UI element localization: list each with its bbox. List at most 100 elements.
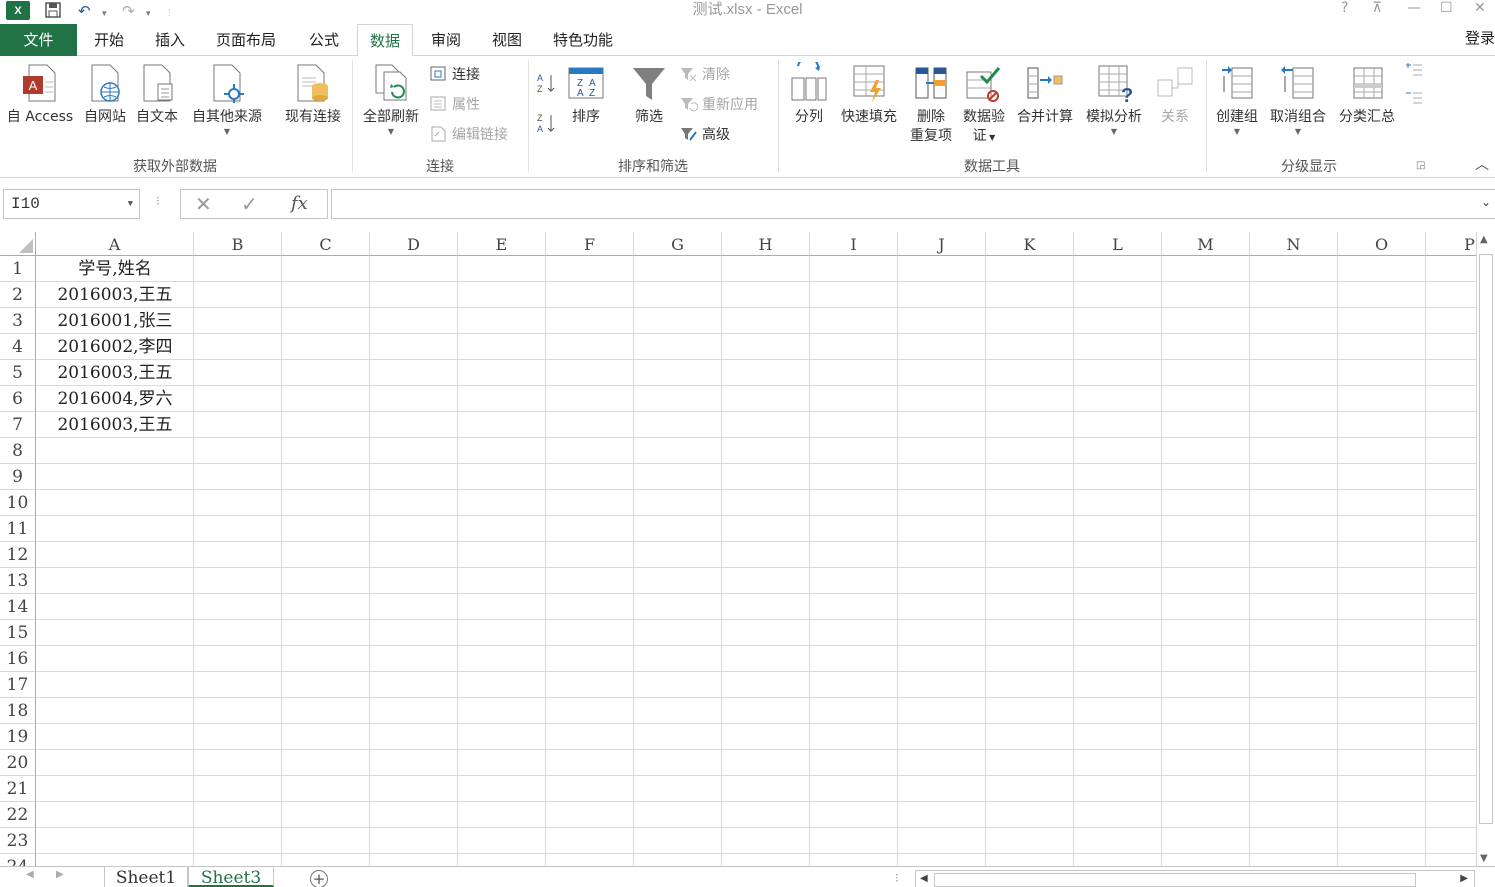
row-header-3[interactable]: 3: [0, 308, 36, 334]
scroll-left-icon[interactable]: ◀: [920, 873, 928, 884]
reapply-button[interactable]: 重新应用: [680, 94, 758, 116]
help-icon[interactable]: ?: [1341, 0, 1348, 16]
column-header-n[interactable]: N: [1250, 232, 1338, 256]
column-header-i[interactable]: I: [810, 232, 898, 256]
column-header-k[interactable]: K: [986, 232, 1074, 256]
row-header-6[interactable]: 6: [0, 386, 36, 412]
tab-split-handle[interactable]: ⁝: [895, 871, 899, 885]
tab-page-layout[interactable]: 页面布局: [204, 24, 288, 56]
properties-button[interactable]: 属性: [430, 94, 480, 116]
column-header-m[interactable]: M: [1162, 232, 1250, 256]
column-header-e[interactable]: E: [458, 232, 546, 256]
from-other-sources-button[interactable]: 自其他来源 ▼: [186, 62, 268, 137]
tab-review[interactable]: 审阅: [419, 24, 473, 56]
collapse-ribbon-icon[interactable]: ︿: [1475, 154, 1489, 174]
column-header-j[interactable]: J: [898, 232, 986, 256]
cell-a5[interactable]: 2016003,王五: [36, 360, 194, 386]
sort-button[interactable]: ZAAZ 排序: [566, 62, 606, 127]
confirm-entry-icon[interactable]: ✓: [241, 191, 258, 217]
tab-view[interactable]: 视图: [480, 24, 534, 56]
from-access-button[interactable]: A 自 Access: [4, 62, 76, 127]
row-header-16[interactable]: 16: [0, 646, 36, 672]
row-header-11[interactable]: 11: [0, 516, 36, 542]
cell-a3[interactable]: 2016001,张三: [36, 308, 194, 334]
row-header-5[interactable]: 5: [0, 360, 36, 386]
row-header-24[interactable]: 24: [0, 854, 36, 866]
sort-ascending-button[interactable]: AZ: [536, 72, 556, 94]
cell-a7[interactable]: 2016003,王五: [36, 412, 194, 438]
column-header-f[interactable]: F: [546, 232, 634, 256]
flash-fill-button[interactable]: 快速填充: [836, 62, 902, 127]
row-header-21[interactable]: 21: [0, 776, 36, 802]
vertical-scroll-thumb[interactable]: [1479, 254, 1493, 824]
sheet-tab-sheet3[interactable]: Sheet3: [188, 867, 274, 887]
cancel-entry-icon[interactable]: ✕: [195, 191, 212, 217]
row-header-20[interactable]: 20: [0, 750, 36, 776]
tab-formulas[interactable]: 公式: [297, 24, 351, 56]
row-header-15[interactable]: 15: [0, 620, 36, 646]
clear-filter-button[interactable]: 清除: [680, 64, 730, 86]
column-header-b[interactable]: B: [194, 232, 282, 256]
advanced-filter-button[interactable]: 高级: [680, 124, 730, 146]
refresh-all-button[interactable]: 全部刷新 ▼: [357, 62, 425, 137]
select-all-corner[interactable]: [0, 232, 36, 256]
tab-data[interactable]: 数据: [357, 24, 414, 57]
row-header-19[interactable]: 19: [0, 724, 36, 750]
row-header-23[interactable]: 23: [0, 828, 36, 854]
row-header-17[interactable]: 17: [0, 672, 36, 698]
row-header-1[interactable]: 1: [0, 256, 36, 282]
cell-a2[interactable]: 2016003,王五: [36, 282, 194, 308]
scroll-down-icon[interactable]: ▼: [1480, 853, 1488, 864]
sort-descending-button[interactable]: ZA: [536, 112, 556, 134]
what-if-analysis-button[interactable]: ? 模拟分析 ▼: [1080, 62, 1148, 137]
minimize-icon[interactable]: —: [1407, 0, 1421, 16]
column-header-d[interactable]: D: [370, 232, 458, 256]
vertical-scrollbar[interactable]: ▲ ▼: [1476, 232, 1495, 866]
subtotal-button[interactable]: 分类汇总: [1334, 62, 1400, 127]
row-header-13[interactable]: 13: [0, 568, 36, 594]
connections-button[interactable]: 连接: [430, 64, 480, 86]
tab-special-features[interactable]: 特色功能: [541, 24, 625, 56]
row-header-9[interactable]: 9: [0, 464, 36, 490]
ungroup-button[interactable]: 取消组合 ▼: [1264, 62, 1332, 137]
cell-a4[interactable]: 2016002,李四: [36, 334, 194, 360]
next-sheet-icon[interactable]: ▶: [56, 869, 64, 880]
group-button[interactable]: 创建组 ▼: [1212, 62, 1262, 137]
text-to-columns-button[interactable]: 分列: [788, 62, 830, 127]
column-header-o[interactable]: O: [1338, 232, 1426, 256]
hide-detail-button[interactable]: [1405, 90, 1423, 112]
ribbon-display-options-icon[interactable]: ⊼: [1372, 0, 1382, 16]
from-text-button[interactable]: 自文本: [132, 62, 182, 127]
row-header-4[interactable]: 4: [0, 334, 36, 360]
column-header-l[interactable]: L: [1074, 232, 1162, 256]
tab-insert[interactable]: 插入: [143, 24, 197, 56]
column-header-a[interactable]: A: [36, 232, 194, 256]
expand-formula-bar-icon[interactable]: ⌄: [1481, 195, 1491, 209]
insert-function-icon[interactable]: fx: [291, 191, 308, 217]
scroll-right-icon[interactable]: ▶: [1460, 873, 1468, 884]
formula-input[interactable]: ⌄: [331, 189, 1495, 219]
sheet-tab-sheet1[interactable]: Sheet1: [104, 867, 188, 887]
row-header-18[interactable]: 18: [0, 698, 36, 724]
outline-dialog-launcher-icon[interactable]: ◲: [1416, 160, 1425, 171]
row-header-14[interactable]: 14: [0, 594, 36, 620]
row-header-8[interactable]: 8: [0, 438, 36, 464]
show-detail-button[interactable]: [1405, 62, 1423, 84]
tab-file[interactable]: 文件: [0, 24, 77, 56]
cell-a1[interactable]: 学号,姓名: [36, 256, 194, 282]
existing-connections-button[interactable]: 现有连接: [278, 62, 348, 127]
row-header-12[interactable]: 12: [0, 542, 36, 568]
horizontal-scrollbar[interactable]: ◀ ▶: [915, 870, 1475, 887]
tab-home[interactable]: 开始: [82, 24, 136, 56]
close-icon[interactable]: ✕: [1474, 0, 1486, 16]
column-header-c[interactable]: C: [282, 232, 370, 256]
maximize-icon[interactable]: ☐: [1440, 0, 1453, 16]
column-header-p[interactable]: P: [1426, 232, 1476, 256]
column-header-h[interactable]: H: [722, 232, 810, 256]
edit-links-button[interactable]: 编辑链接: [430, 124, 508, 146]
row-header-22[interactable]: 22: [0, 802, 36, 828]
previous-sheet-icon[interactable]: ◀: [26, 869, 34, 880]
data-validation-button[interactable]: 数据验 证 ▼: [958, 62, 1010, 147]
row-header-2[interactable]: 2: [0, 282, 36, 308]
column-header-g[interactable]: G: [634, 232, 722, 256]
